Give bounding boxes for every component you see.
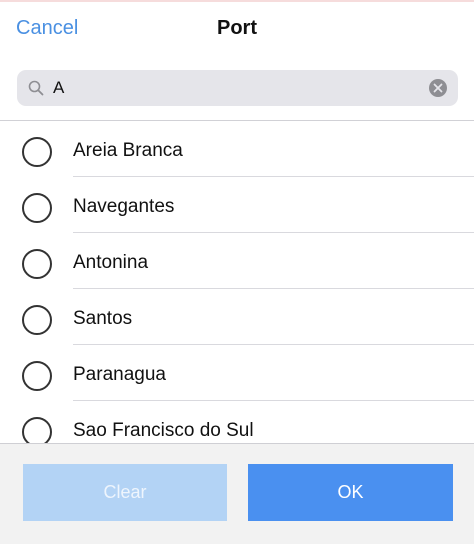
radio-button[interactable] <box>22 137 52 167</box>
port-label: Sao Francisco do Sul <box>73 420 254 441</box>
cancel-button[interactable]: Cancel <box>16 17 78 40</box>
list-item[interactable]: Sao Francisco do Sul <box>0 401 474 443</box>
port-label: Navegantes <box>73 196 175 217</box>
list-item[interactable]: Santos <box>0 289 474 345</box>
port-list[interactable]: Areia Branca Navegantes Antonina Santos … <box>0 121 474 443</box>
search-field[interactable] <box>17 70 458 106</box>
search-input[interactable] <box>53 70 413 106</box>
port-label: Santos <box>73 308 133 329</box>
port-label: Antonina <box>73 252 149 273</box>
navigation-bar: Cancel Port <box>0 2 474 56</box>
search-bar <box>0 56 474 120</box>
port-label: Areia Branca <box>73 140 183 161</box>
radio-button[interactable] <box>22 361 52 391</box>
clear-button[interactable]: Clear <box>23 464 227 521</box>
radio-button[interactable] <box>22 249 52 279</box>
list-item[interactable]: Areia Branca <box>0 121 474 177</box>
search-icon <box>28 80 44 96</box>
clear-circle-icon[interactable] <box>429 79 447 97</box>
radio-button[interactable] <box>22 417 52 443</box>
radio-button[interactable] <box>22 193 52 223</box>
action-footer: Clear OK <box>0 443 474 544</box>
list-item[interactable]: Antonina <box>0 233 474 289</box>
ok-button[interactable]: OK <box>248 464 453 521</box>
list-item[interactable]: Paranagua <box>0 345 474 401</box>
list-item[interactable]: Navegantes <box>0 177 474 233</box>
radio-button[interactable] <box>22 305 52 335</box>
port-label: Paranagua <box>73 364 166 385</box>
